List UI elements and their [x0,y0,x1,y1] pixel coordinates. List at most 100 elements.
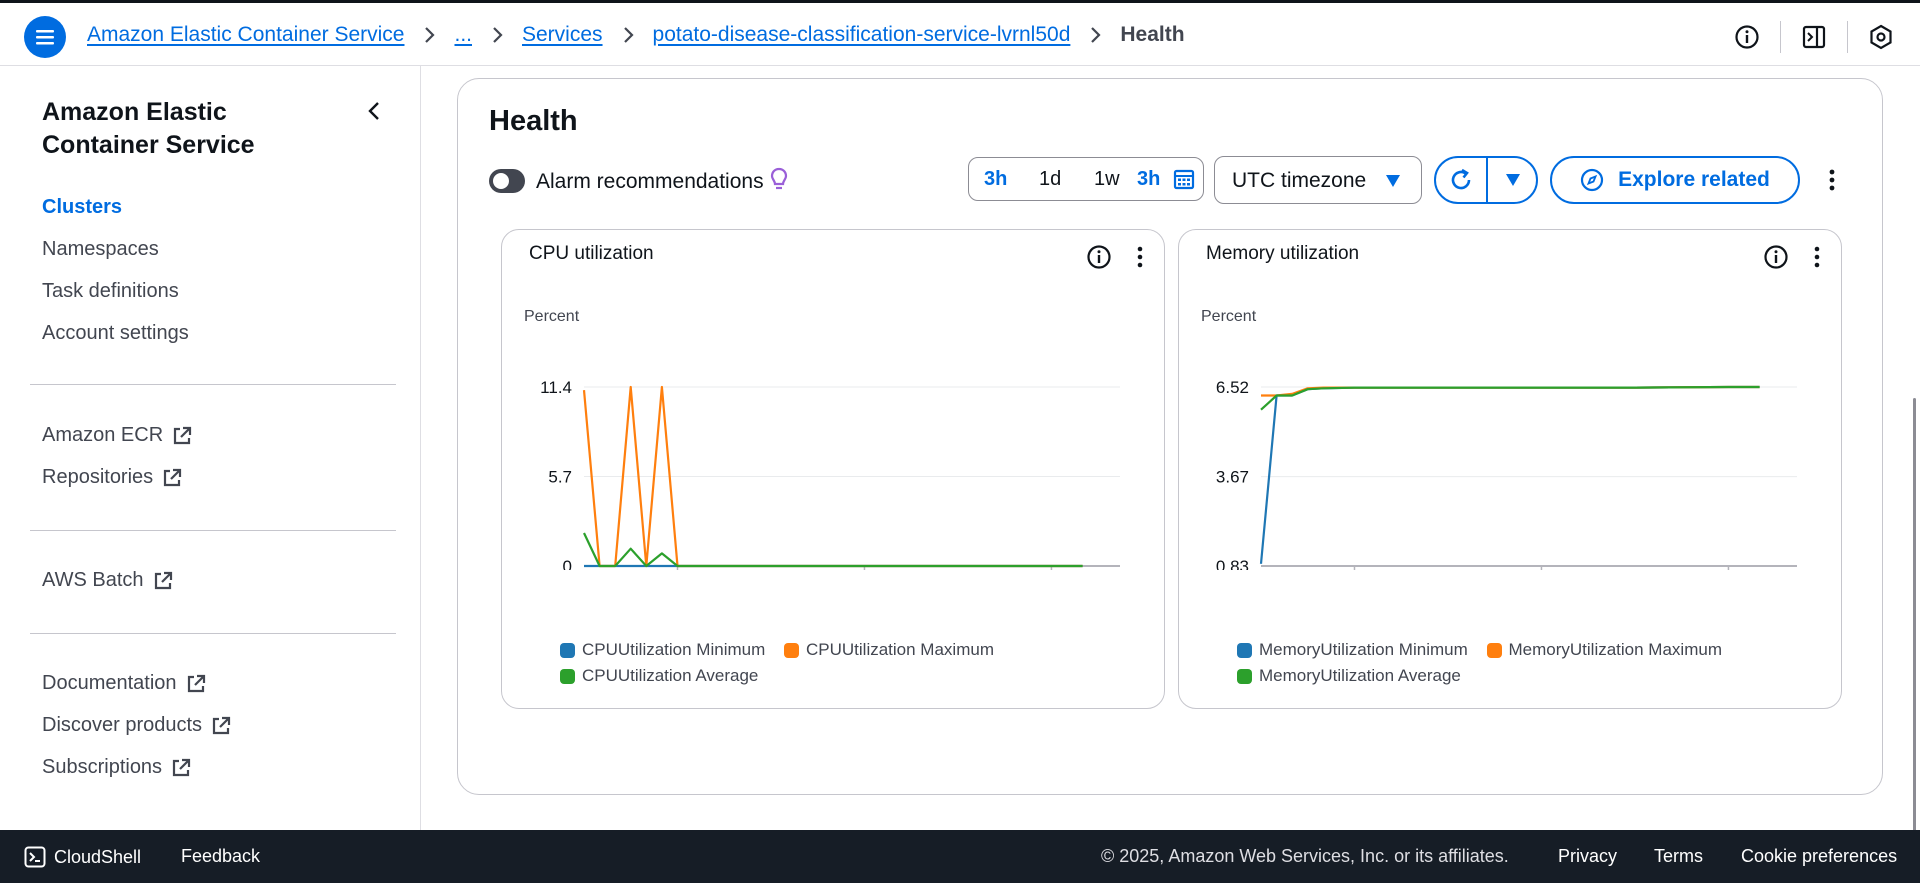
chevron-right-icon [493,27,503,43]
legend-label: CPUUtilization Average [582,666,759,685]
legend-label: MemoryUtilization Average [1259,666,1461,685]
caret-down-icon [1506,174,1520,186]
caret-down-icon [1386,175,1400,187]
split-panel-button[interactable] [1795,18,1833,56]
legend-swatch [560,668,575,684]
breadcrumb: Amazon Elastic Container Service ... Ser… [87,23,1185,47]
widget-title: CPU utilization [529,243,654,264]
sidebar-link-subscriptions[interactable]: Subscriptions [42,756,192,779]
cpu-line-chart: 11.45.7016:3017:3018:30 [540,378,1120,570]
memory-line-chart: 6.523.670.8316:3017:3018:30 [1216,378,1797,570]
series-line [1259,385,1760,564]
cloudshell-label: CloudShell [54,846,142,867]
sidebar-link-repositories[interactable]: Repositories [42,466,183,489]
series-line [1260,385,1760,411]
sidebar-link-label: Documentation [42,672,177,694]
info-icon[interactable] [1086,244,1112,270]
sidebar-item-namespaces[interactable]: Namespaces [42,238,159,261]
y-tick-label: 6.52 [1216,378,1249,397]
legend-item[interactable]: MemoryUtilization Minimum [1237,640,1468,660]
sidebar-link-label: Subscriptions [42,756,163,778]
more-actions-icon[interactable] [1820,167,1844,193]
legend-item[interactable]: MemoryUtilization Maximum [1486,640,1722,660]
chevron-left-icon[interactable] [362,98,388,124]
sidebar: Amazon Elastic Container Service Cluster… [0,66,421,830]
sidebar-link-label: Repositories [42,466,154,488]
legend-item[interactable]: CPUUtilization Minimum [560,640,765,660]
divider [30,384,396,385]
series-line [583,532,1083,568]
legend-swatch [1237,668,1252,684]
refresh-options-button[interactable] [1490,158,1536,202]
alarm-recommendations-toggle[interactable] [489,169,525,193]
info-icon[interactable] [1763,244,1789,270]
feedback-link[interactable]: Feedback [181,846,260,867]
range-option-1w[interactable]: 1w [1094,168,1120,191]
more-actions-icon[interactable] [1130,244,1150,270]
range-option-3h[interactable]: 3h [984,168,1007,191]
breadcrumb-ellipsis[interactable]: ... [454,23,472,47]
range-option-1d[interactable]: 1d [1039,168,1061,191]
legend-item[interactable]: CPUUtilization Average [560,666,758,686]
y-tick-label: 3.67 [1216,468,1249,487]
breadcrumb-service[interactable]: potato-disease-classification-service-lv… [653,23,1071,47]
menu-button[interactable] [24,16,66,58]
memory-utilization-widget: Memory utilization Percent 6.523.670.831… [1178,229,1842,709]
chart-legend: MemoryUtilization Minimum MemoryUtilizat… [1237,640,1817,692]
sidebar-item-task-definitions[interactable]: Task definitions [42,280,179,303]
refresh-button[interactable] [1436,158,1488,202]
timezone-select[interactable]: UTC timezone [1214,156,1422,204]
divider [1847,21,1848,53]
cloudshell-button[interactable]: CloudShell [24,846,141,868]
sidebar-item-account-settings[interactable]: Account settings [42,322,189,345]
legend-label: MemoryUtilization Minimum [1259,640,1468,659]
refresh-button-group [1434,156,1538,204]
page-scrollbar[interactable] [1913,398,1916,838]
cookie-preferences-link[interactable]: Cookie preferences [1741,846,1897,867]
sidebar-link-aws-batch[interactable]: AWS Batch [42,569,174,592]
external-link-icon [187,674,205,692]
info-button[interactable] [1728,18,1766,56]
settings-button[interactable] [1862,18,1900,56]
terms-link[interactable]: Terms [1654,846,1703,867]
sidebar-title: Amazon Elastic Container Service [42,98,255,159]
range-option-custom[interactable]: 3h [1137,168,1160,191]
breadcrumb-services[interactable]: Services [522,23,603,47]
sidebar-item-clusters[interactable]: Clusters [42,196,122,219]
panel-icon [1802,25,1826,49]
y-tick-label: 0 [563,557,572,570]
external-link-icon [212,716,231,734]
sidebar-link-amazon-ecr[interactable]: Amazon ECR [42,424,193,447]
sidebar-link-label: Discover products [42,714,203,736]
widget-title: Memory utilization [1206,243,1360,264]
calendar-icon[interactable] [1173,168,1195,190]
breadcrumb-ecs[interactable]: Amazon Elastic Container Service [87,23,404,47]
legend-swatch [560,642,575,658]
external-link-icon [172,758,191,776]
page-title: Health [489,105,578,137]
legend-label: MemoryUtilization Maximum [1508,640,1722,659]
compass-icon [1581,168,1604,192]
top-navigation-bar: Amazon Elastic Container Service ... Ser… [0,0,1920,66]
sidebar-link-discover-products[interactable]: Discover products [42,714,232,737]
alarm-recommendations-label: Alarm recommendations [536,170,764,193]
y-tick-label: 0.83 [1216,557,1249,570]
chart-legend: CPUUtilization Minimum CPUUtilization Ma… [560,640,1140,692]
lightbulb-icon[interactable] [769,167,789,193]
y-tick-label: 11.4 [540,378,572,397]
legend-label: CPUUtilization Minimum [582,640,766,659]
explore-related-button[interactable]: Explore related [1550,156,1800,204]
legend-item[interactable]: CPUUtilization Maximum [784,640,994,660]
legend-swatch [1237,642,1252,658]
more-actions-icon[interactable] [1807,244,1827,270]
health-panel: Health Alarm recommendations 3h 1d 1w 3h… [457,78,1883,795]
privacy-link[interactable]: Privacy [1558,846,1617,867]
external-link-icon [164,468,182,486]
top-icons [1728,17,1920,57]
sidebar-link-documentation[interactable]: Documentation [42,672,207,695]
divider [30,530,396,531]
terminal-icon [24,846,46,868]
divider [1780,21,1781,53]
legend-item[interactable]: MemoryUtilization Average [1237,666,1461,686]
footer: CloudShell Feedback © 2025, Amazon Web S… [0,830,1920,883]
